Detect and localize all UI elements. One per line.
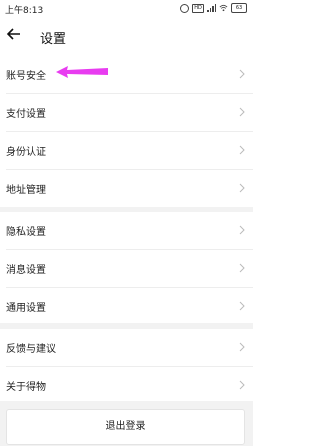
settings-item-label: 地址管理 (6, 185, 46, 196)
settings-item-identity-verification[interactable]: 身份认证 (0, 132, 253, 169)
chevron-right-icon (239, 301, 245, 311)
chevron-right-icon (239, 183, 245, 193)
settings-item-message-settings[interactable]: 消息设置 (0, 250, 253, 287)
settings-item-address-management[interactable]: 地址管理 (0, 170, 253, 207)
settings-item-privacy-settings[interactable]: 隐私设置 (0, 212, 253, 249)
chevron-right-icon (239, 380, 245, 390)
settings-item-about[interactable]: 关于得物 (0, 367, 253, 404)
wifi-icon (219, 4, 228, 12)
settings-item-label: 反馈与建议 (6, 344, 56, 355)
page-title: 设置 (40, 32, 67, 47)
back-arrow-icon[interactable] (6, 26, 22, 42)
alarm-icon (180, 3, 189, 13)
chevron-right-icon (239, 145, 245, 155)
annotation-arrow-icon (56, 66, 108, 78)
settings-item-label: 身份认证 (6, 147, 46, 158)
settings-item-label: 隐私设置 (6, 227, 46, 238)
settings-item-payment-settings[interactable]: 支付设置 (0, 94, 253, 131)
chevron-right-icon (239, 107, 245, 117)
settings-item-feedback[interactable]: 反馈与建议 (0, 329, 253, 366)
signal-icon (207, 4, 216, 12)
status-time: 上午8:13 (5, 6, 44, 16)
settings-item-label: 消息设置 (6, 265, 46, 276)
sim-icon: HD (192, 3, 204, 13)
battery-icon: 63 (231, 3, 247, 13)
chevron-right-icon (239, 263, 245, 273)
chevron-right-icon (239, 342, 245, 352)
status-icons: HD 63 (180, 3, 247, 13)
settings-item-general-settings[interactable]: 通用设置 (0, 288, 253, 325)
settings-item-label: 账号安全 (6, 71, 46, 82)
settings-item-label: 支付设置 (6, 109, 46, 120)
chevron-right-icon (239, 225, 245, 235)
settings-item-label: 通用设置 (6, 303, 46, 314)
settings-item-account-security[interactable]: 账号安全 (0, 56, 253, 93)
status-bar: 上午8:13 HD 63 (0, 0, 253, 18)
settings-item-label: 关于得物 (6, 382, 46, 393)
header: 设置 (0, 20, 253, 52)
logout-button[interactable]: 退出登录 (6, 409, 245, 445)
chevron-right-icon (239, 69, 245, 79)
